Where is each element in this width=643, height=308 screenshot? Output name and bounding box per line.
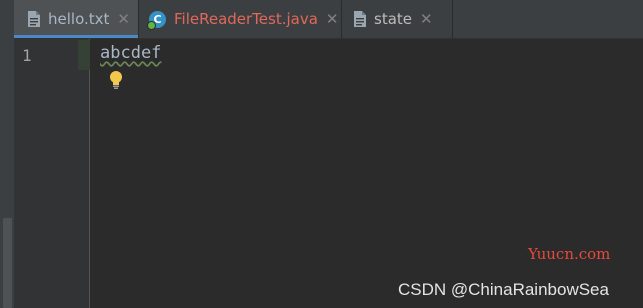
tab-state[interactable]: state ✕ <box>342 0 453 38</box>
tab-label: FileReaderTest.java <box>174 10 318 28</box>
current-line-marker <box>78 40 90 70</box>
java-class-icon: C <box>147 10 166 30</box>
text-file-icon <box>28 11 40 27</box>
watermark-text: Yuucn.com <box>528 245 611 263</box>
left-tool-strip <box>0 0 15 308</box>
left-scrollbar[interactable] <box>3 218 12 308</box>
line-number-gutter[interactable] <box>14 39 90 308</box>
lightbulb-icon[interactable] <box>108 70 124 90</box>
run-indicator-icon <box>147 20 156 30</box>
close-icon[interactable]: ✕ <box>117 10 130 28</box>
close-icon[interactable]: ✕ <box>326 10 339 28</box>
text-file-icon <box>354 11 366 27</box>
tab-label: state <box>374 10 412 28</box>
tab-label: hello.txt <box>48 10 110 28</box>
credit-text: CSDN @ChinaRainbowSea <box>398 280 609 299</box>
line-number: 1 <box>22 46 32 65</box>
close-icon[interactable]: ✕ <box>420 10 433 28</box>
tab-filereadertest-java[interactable]: C FileReaderTest.java ✕ <box>139 0 342 38</box>
code-line[interactable]: abcdef <box>100 43 161 63</box>
tab-hello-txt[interactable]: hello.txt ✕ <box>14 0 139 38</box>
editor-tab-bar: hello.txt ✕ C FileReaderTest.java ✕ stat… <box>14 0 643 39</box>
